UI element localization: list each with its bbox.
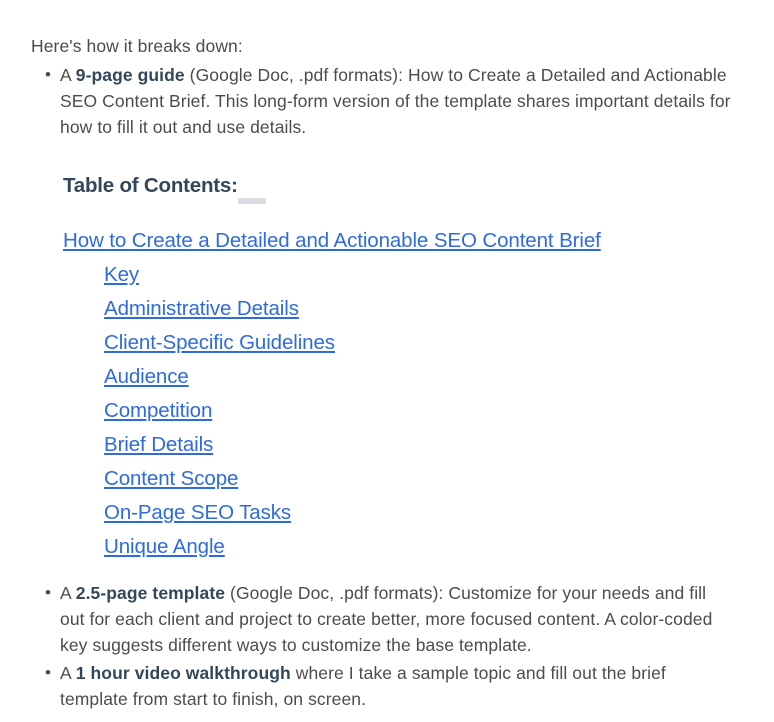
table-of-contents-block: Table of Contents: [63,172,723,204]
list-item-bold: 9-page guide [75,65,185,85]
list-item-lead: A [60,65,76,85]
toc-link-row: Audience [63,360,763,394]
features-list-bottom: A 2.5-page template (Google Doc, .pdf fo… [31,580,731,712]
toc-link-key[interactable]: Key [104,263,139,286]
toc-link-row: Content Scope [63,462,763,496]
toc-link-row: Client-Specific Guidelines [63,326,763,360]
toc-link-row: Brief Details [63,428,763,462]
table-of-contents-links: How to Create a Detailed and Actionable … [63,224,763,564]
list-item-bold: 1 hour video walkthrough [75,663,291,683]
list-item-lead: A [60,583,76,603]
toc-link-content-scope[interactable]: Content Scope [104,467,238,490]
toc-link-row: Key [63,258,763,292]
intro-paragraph: Here's how it breaks down: [31,35,243,56]
list-item: A 9-page guide (Google Doc, .pdf formats… [31,62,731,140]
list-item-bold: 2.5-page template [75,583,226,603]
toc-link-administrative-details[interactable]: Administrative Details [104,297,299,320]
list-item-lead: A [60,663,76,683]
toc-link-on-page-seo-tasks[interactable]: On-Page SEO Tasks [104,501,291,524]
table-of-contents-heading: Table of Contents: [63,174,238,197]
toc-link-row: On-Page SEO Tasks [63,496,763,530]
heading-highlight-mark [238,198,266,204]
toc-link-row: Unique Angle [63,530,763,564]
toc-link-competition[interactable]: Competition [104,399,212,422]
toc-link-how-to-create[interactable]: How to Create a Detailed and Actionable … [63,229,601,252]
toc-link-row: Competition [63,394,763,428]
features-list-top: A 9-page guide (Google Doc, .pdf formats… [31,62,731,140]
toc-link-unique-angle[interactable]: Unique Angle [104,535,225,558]
toc-link-row: Administrative Details [63,292,763,326]
toc-link-brief-details[interactable]: Brief Details [104,433,213,456]
toc-link-client-specific-guidelines[interactable]: Client-Specific Guidelines [104,331,335,354]
document-page: Here's how it breaks down: A 9-page guid… [0,0,774,722]
list-item: A 1 hour video walkthrough where I take … [31,660,731,712]
list-item: A 2.5-page template (Google Doc, .pdf fo… [31,580,731,658]
toc-link-audience[interactable]: Audience [104,365,189,388]
toc-link-row: How to Create a Detailed and Actionable … [63,224,763,258]
